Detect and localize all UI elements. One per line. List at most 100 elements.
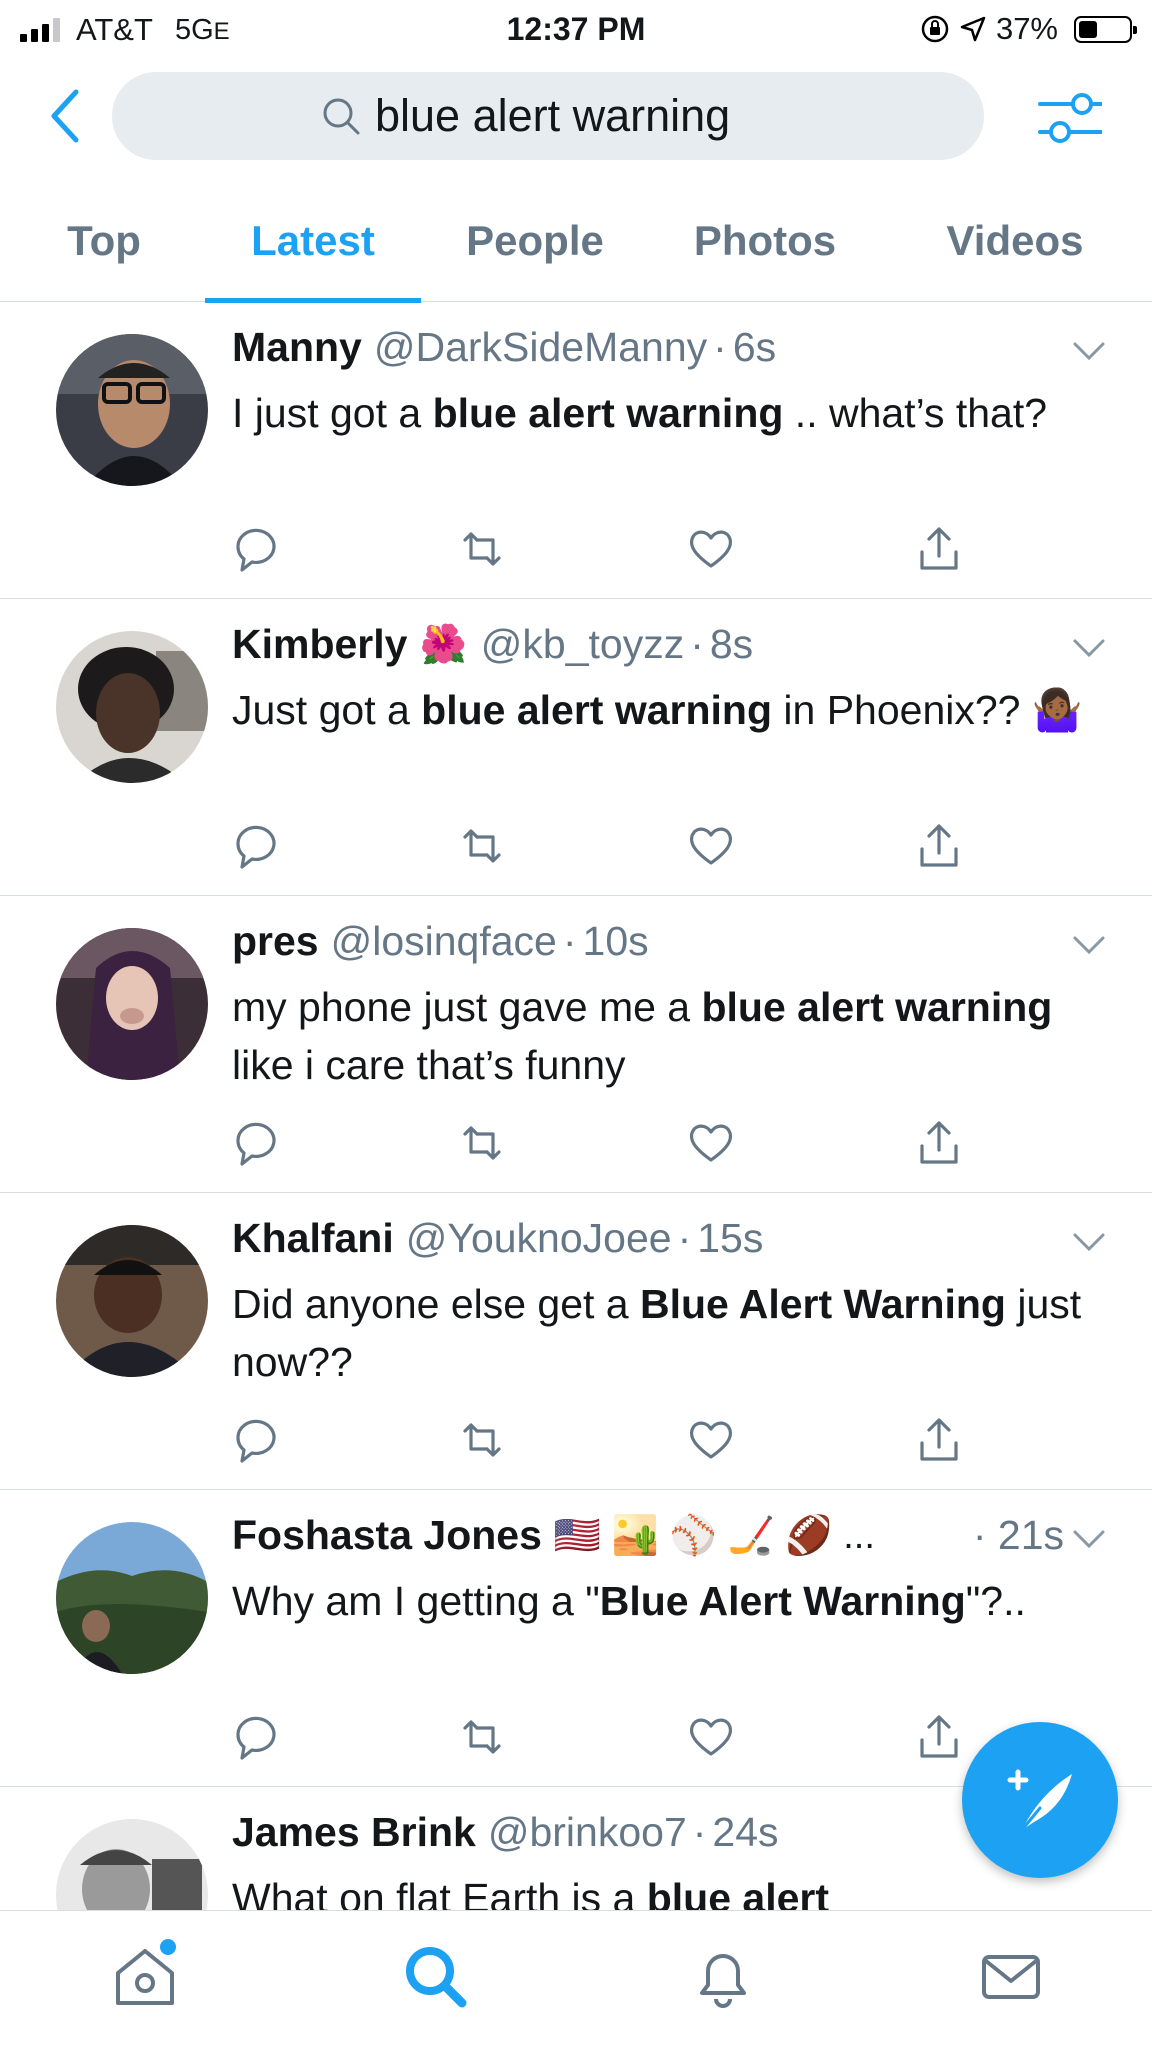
chevron-down-icon[interactable] [1072, 340, 1106, 362]
location-arrow-icon [960, 16, 986, 42]
status-right: 37% [920, 11, 1137, 47]
search-input[interactable] [375, 90, 775, 142]
tweet-header: Manny @DarkSideManny · 6s [232, 324, 1062, 371]
avatar[interactable] [56, 334, 208, 486]
tweet-handle[interactable]: @losinqface [331, 918, 557, 965]
search-tabs: Top Latest People Photos Videos [0, 180, 1152, 303]
retweet-icon[interactable] [457, 1712, 507, 1762]
avatar[interactable] [56, 1819, 208, 1910]
tweet-author-name[interactable]: Manny [232, 324, 362, 371]
tweet[interactable]: pres @losinqface · 10s my phone just gav… [0, 896, 1152, 1193]
bell-icon[interactable] [688, 1941, 758, 2011]
tweet[interactable]: Khalfani @YouknoJoee · 15s Did anyone el… [0, 1193, 1152, 1490]
bottom-nav [0, 1910, 1152, 2048]
search-icon[interactable] [400, 1941, 470, 2011]
tweet-header: pres @losinqface · 10s [232, 918, 1062, 965]
chevron-down-icon[interactable] [1072, 1231, 1106, 1253]
name-emoji: 🌺 [419, 623, 467, 666]
tab-videos[interactable]: Videos [925, 180, 1105, 302]
avatar[interactable] [56, 1522, 208, 1674]
tweet-time: 8s [709, 621, 754, 667]
heart-icon[interactable] [686, 1415, 736, 1465]
chevron-down-icon[interactable] [1072, 1528, 1106, 1550]
battery-percent: 37% [995, 11, 1058, 46]
tweet-actions [232, 524, 972, 574]
tweet-actions [232, 821, 972, 871]
chevron-down-icon[interactable] [1072, 637, 1106, 659]
compose-tweet-button[interactable] [962, 1722, 1118, 1878]
reply-icon[interactable] [232, 1712, 282, 1762]
retweet-icon[interactable] [457, 524, 507, 574]
heart-icon[interactable] [686, 1118, 736, 1168]
search-header [0, 58, 1152, 180]
tweet-text: I just got a blue alert warning .. what’… [232, 390, 1048, 436]
tab-top[interactable]: Top [40, 180, 168, 302]
separator-dot: · [690, 621, 704, 667]
tweet-author-name[interactable]: pres [232, 918, 319, 965]
separator-dot: · [713, 324, 727, 370]
chevron-down-icon[interactable] [1072, 934, 1106, 956]
tweet-time: 6s [732, 324, 777, 370]
retweet-icon[interactable] [457, 1415, 507, 1465]
tweet[interactable]: Kimberly 🌺 @kb_toyzz · 8s Just got a blu… [0, 599, 1152, 896]
reply-icon[interactable] [232, 524, 282, 574]
mail-icon[interactable] [976, 1941, 1046, 2011]
tweet-time: 24s [712, 1809, 779, 1855]
tweet[interactable]: Foshasta Jones 🇺🇸 🏜️ ⚾ 🏒 🏈 ... · 21s Why… [0, 1490, 1152, 1787]
tweet-actions [232, 1118, 972, 1168]
name-emoji: 🇺🇸 🏜️ ⚾ 🏒 🏈 ... [553, 1514, 875, 1557]
tweet-header: James Brink @brinkoo7 · 24s [232, 1809, 1062, 1856]
tweet-time: 10s [582, 918, 649, 964]
separator-dot: · [562, 918, 577, 964]
status-bar: AT&T 5GE 12:37 PM 37% [0, 0, 1152, 58]
separator-dot: · [692, 1809, 707, 1855]
retweet-icon[interactable] [457, 1118, 507, 1168]
share-icon[interactable] [914, 1415, 964, 1465]
avatar[interactable] [56, 928, 208, 1080]
separator-dot: · [677, 1215, 692, 1261]
retweet-icon[interactable] [457, 821, 507, 871]
tweet-text: Why am I getting a "Blue Alert Warning"?… [232, 1578, 1026, 1624]
share-icon[interactable] [914, 1118, 964, 1168]
unread-indicator [160, 1939, 176, 1955]
tab-photos[interactable]: Photos [675, 180, 855, 302]
tweet-text: my phone just gave me a blue alert warni… [232, 984, 1053, 1088]
search-icon [323, 98, 360, 135]
tab-latest[interactable]: Latest [205, 180, 421, 303]
tab-people[interactable]: People [440, 180, 630, 302]
tweet-text: Just got a blue alert warning in Phoenix… [232, 687, 1083, 733]
chevron-left-icon[interactable] [46, 86, 86, 146]
search-bar[interactable] [112, 72, 984, 160]
tweet-time: · 21s [972, 1512, 1064, 1558]
reply-icon[interactable] [232, 821, 282, 871]
rotation-lock-icon [921, 15, 949, 43]
tweet-author-name[interactable]: Kimberly [232, 621, 407, 668]
tweet-handle[interactable]: @kb_toyzz [481, 621, 684, 668]
tweet-text: What on flat Earth is a blue alert [232, 1875, 830, 1910]
reply-icon[interactable] [232, 1118, 282, 1168]
tweet-author-name[interactable]: Foshasta Jones [232, 1512, 542, 1559]
share-icon[interactable] [914, 1712, 964, 1762]
avatar[interactable] [56, 631, 208, 783]
tweet-author-name[interactable]: James Brink [232, 1809, 476, 1856]
tweet-author-name[interactable]: Khalfani [232, 1215, 394, 1262]
tweet-header: Kimberly 🌺 @kb_toyzz · 8s [232, 621, 1062, 668]
tweet[interactable]: Manny @DarkSideManny · 6s I just got a b… [0, 302, 1152, 599]
share-icon[interactable] [914, 524, 964, 574]
battery-icon [1074, 15, 1137, 43]
tweet-handle[interactable]: @YouknoJoee [406, 1215, 672, 1262]
tweet-text: Did anyone else get a Blue Alert Warning… [232, 1281, 1082, 1385]
heart-icon[interactable] [686, 524, 736, 574]
tweet-handle[interactable]: @DarkSideManny [374, 324, 707, 371]
sliders-icon[interactable] [1038, 88, 1102, 148]
avatar[interactable] [56, 1225, 208, 1377]
tweet-feed: Manny @DarkSideManny · 6s I just got a b… [0, 302, 1152, 1910]
compose-tweet-icon [1007, 1769, 1072, 1832]
tweet-actions [232, 1712, 972, 1762]
heart-icon[interactable] [686, 821, 736, 871]
tweet-header: Foshasta Jones 🇺🇸 🏜️ ⚾ 🏒 🏈 ... [232, 1512, 1062, 1559]
share-icon[interactable] [914, 821, 964, 871]
heart-icon[interactable] [686, 1712, 736, 1762]
reply-icon[interactable] [232, 1415, 282, 1465]
tweet-handle[interactable]: @brinkoo7 [488, 1809, 687, 1856]
